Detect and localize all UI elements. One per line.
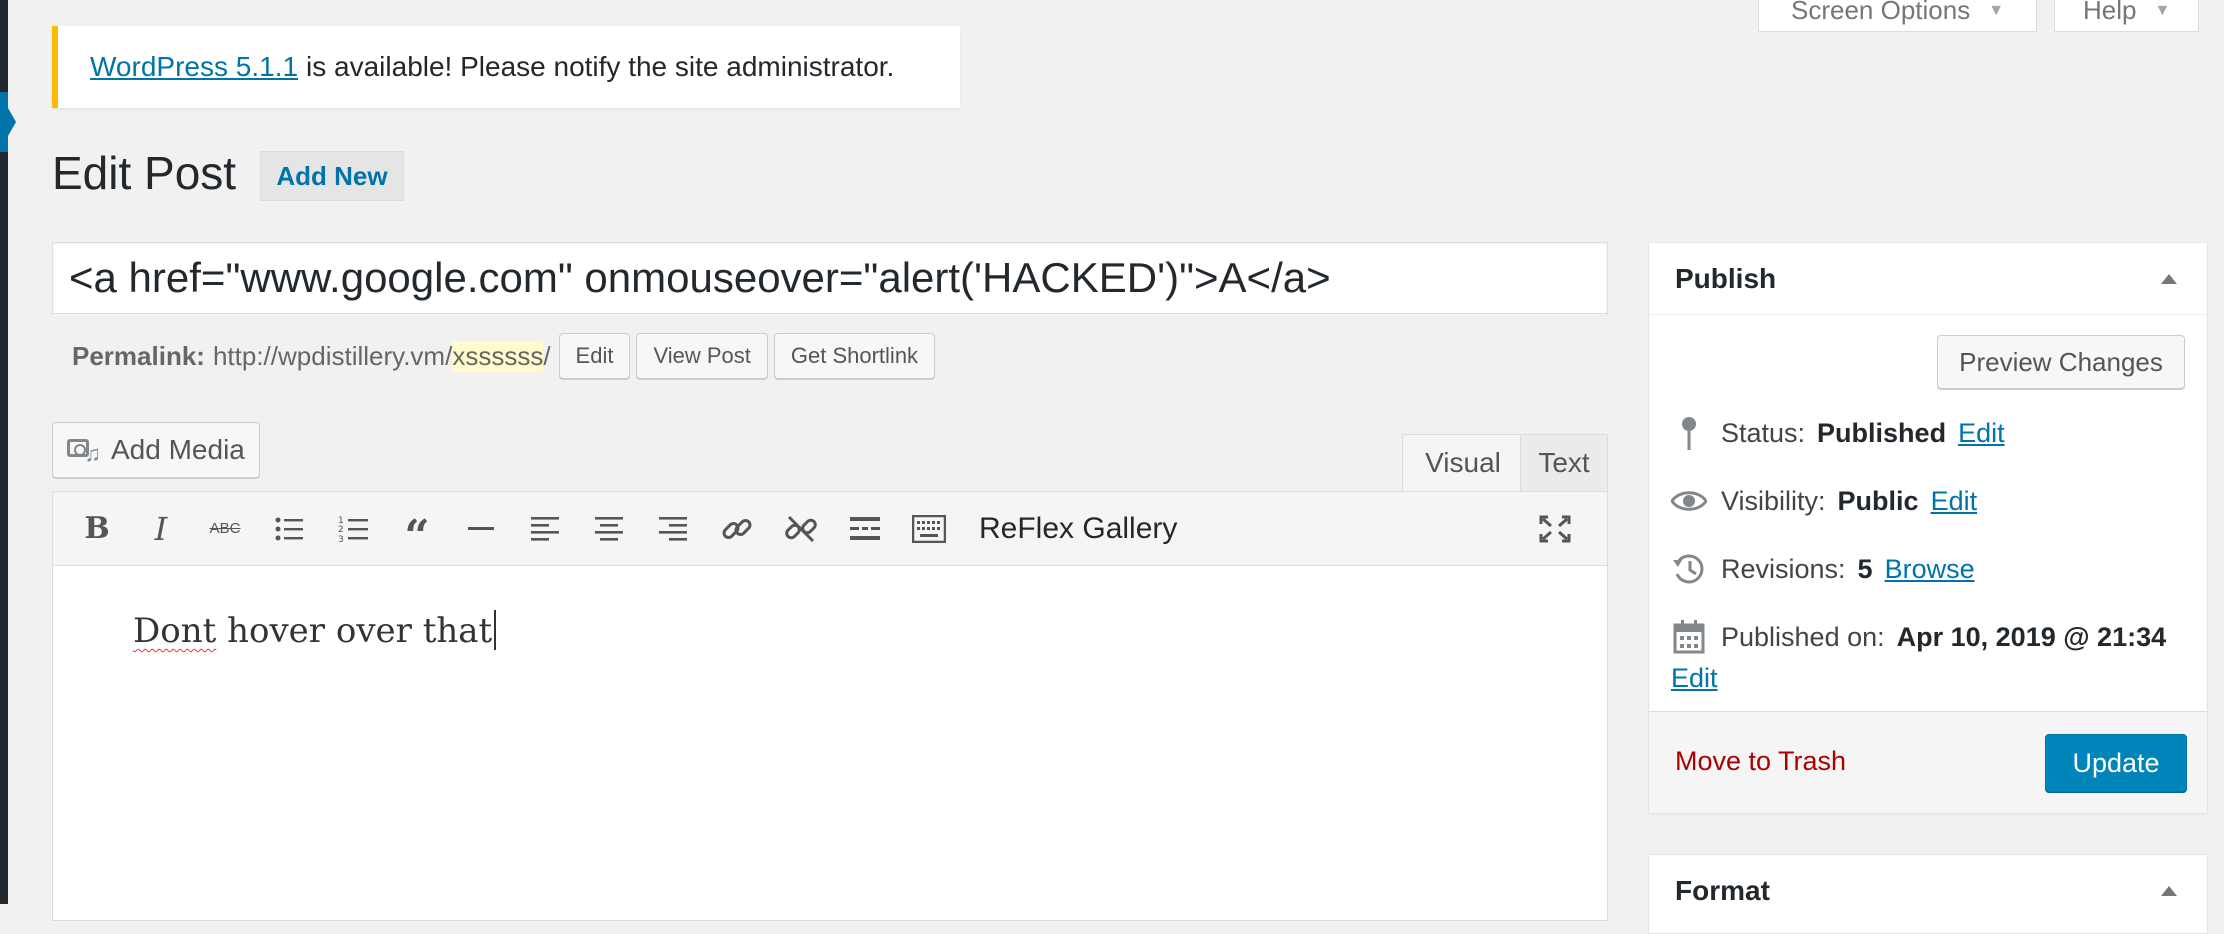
format-box-header[interactable]: Format bbox=[1649, 855, 2207, 927]
fullscreen-icon[interactable] bbox=[1523, 503, 1587, 555]
format-box-title: Format bbox=[1675, 875, 1770, 906]
permalink-label: Permalink: bbox=[72, 340, 205, 371]
italic-icon[interactable]: I bbox=[129, 503, 193, 555]
align-right-icon[interactable] bbox=[641, 503, 705, 555]
admin-menu-edge bbox=[0, 0, 16, 904]
text-cursor bbox=[494, 610, 497, 650]
screen-options-label: Screen Options bbox=[1791, 0, 1971, 25]
add-media-button[interactable]: ♫ Add Media bbox=[52, 422, 260, 478]
permalink-trailing-slash: / bbox=[543, 340, 551, 371]
svg-text:2: 2 bbox=[338, 525, 344, 535]
revisions-value: 5 bbox=[1857, 553, 1873, 584]
editor-content-area[interactable]: Dont hover over that bbox=[53, 566, 1607, 651]
revisions-row: Revisions: 5 Browse bbox=[1669, 549, 1975, 589]
status-row: Status: Published Edit bbox=[1669, 413, 2005, 453]
post-title-input[interactable]: <a href="www.google.com" onmouseover="al… bbox=[52, 242, 1608, 314]
permalink-edit-button[interactable]: Edit bbox=[558, 333, 631, 379]
body-text: hover over that bbox=[216, 611, 493, 651]
calendar-icon bbox=[1669, 617, 1709, 657]
toolbar-toggle-icon[interactable] bbox=[897, 503, 961, 555]
bullet-list-icon[interactable] bbox=[257, 503, 321, 555]
bold-icon[interactable]: B bbox=[65, 503, 129, 555]
visibility-row: Visibility: Public Edit bbox=[1669, 481, 1977, 521]
status-value: Published bbox=[1817, 417, 1947, 448]
align-center-icon[interactable] bbox=[577, 503, 641, 555]
strikethrough-icon[interactable]: ABC bbox=[193, 503, 257, 555]
eye-icon bbox=[1669, 481, 1709, 521]
help-toggle[interactable]: Help ▼ bbox=[2054, 0, 2200, 32]
current-menu-indicator bbox=[0, 92, 8, 152]
page-title: Edit Post bbox=[52, 147, 237, 199]
current-menu-arrow bbox=[8, 108, 16, 136]
pin-icon bbox=[1669, 413, 1709, 453]
screen-options-toggle[interactable]: Screen Options ▼ bbox=[1758, 0, 2038, 32]
misspelled-word: Dont bbox=[133, 611, 217, 651]
caret-down-icon: ▼ bbox=[2154, 1, 2171, 19]
publish-box-title: Publish bbox=[1675, 262, 1777, 294]
permalink-slug[interactable]: xssssss bbox=[452, 340, 544, 372]
visibility-label: Visibility: bbox=[1721, 485, 1826, 516]
notice-message: is available! Please notify the site adm… bbox=[306, 51, 895, 82]
publish-box: Publish Preview Changes Status: Publishe… bbox=[1648, 242, 2208, 814]
blockquote-icon[interactable]: “ bbox=[385, 503, 449, 562]
permalink-row: Permalink: http://wpdistillery.vm/xsssss… bbox=[72, 333, 936, 379]
caret-down-icon: ▼ bbox=[1988, 1, 2005, 19]
view-post-button[interactable]: View Post bbox=[636, 333, 768, 379]
published-on-value: Apr 10, 2019 @ 21:34 bbox=[1896, 621, 2167, 652]
wordpress-version-link[interactable]: WordPress 5.1.1 bbox=[90, 51, 298, 83]
publishing-actions: Move to Trash Update bbox=[1649, 711, 2207, 813]
unlink-icon[interactable] bbox=[769, 503, 833, 555]
help-label: Help bbox=[2083, 0, 2137, 25]
read-more-icon[interactable] bbox=[833, 503, 897, 555]
history-icon bbox=[1669, 549, 1709, 589]
update-button[interactable]: Update bbox=[2045, 734, 2187, 792]
published-on-row: Published on: Apr 10, 2019 @ 21:34 bbox=[1669, 617, 2166, 657]
collapse-arrow-icon[interactable] bbox=[2161, 274, 2177, 284]
published-on-label: Published on: bbox=[1721, 621, 1885, 652]
revisions-label: Revisions: bbox=[1721, 553, 1846, 584]
editor-toolbar: B I ABC 123 “ ReFlex Gallery bbox=[53, 492, 1607, 566]
post-editor: B I ABC 123 “ ReFlex Gallery Dont hover … bbox=[52, 491, 1608, 921]
tab-text[interactable]: Text bbox=[1520, 434, 1608, 492]
add-media-icon: ♫ bbox=[67, 435, 101, 465]
visibility-value: Public bbox=[1837, 485, 1919, 516]
collapse-arrow-icon[interactable] bbox=[2161, 886, 2177, 896]
status-edit-link[interactable]: Edit bbox=[1958, 418, 2005, 449]
publish-box-header[interactable]: Publish bbox=[1649, 243, 2207, 315]
svg-text:3: 3 bbox=[338, 535, 344, 543]
move-to-trash-link[interactable]: Move to Trash bbox=[1675, 746, 1846, 777]
published-on-edit-link[interactable]: Edit bbox=[1671, 663, 1718, 694]
tab-visual[interactable]: Visual bbox=[1402, 434, 1524, 492]
reflex-gallery-button[interactable]: ReFlex Gallery bbox=[979, 512, 1177, 546]
update-notice: WordPress 5.1.1 is available! Please not… bbox=[52, 26, 960, 108]
align-left-icon[interactable] bbox=[513, 503, 577, 555]
horizontal-line-icon[interactable] bbox=[449, 503, 513, 555]
add-media-label: Add Media bbox=[111, 434, 245, 465]
numbered-list-icon[interactable]: 123 bbox=[321, 503, 385, 555]
insert-link-icon[interactable] bbox=[705, 503, 769, 555]
get-shortlink-button[interactable]: Get Shortlink bbox=[773, 333, 936, 379]
preview-changes-button[interactable]: Preview Changes bbox=[1937, 335, 2185, 389]
format-box: Format bbox=[1648, 854, 2208, 934]
permalink-base-url[interactable]: http://wpdistillery.vm/ bbox=[213, 341, 452, 372]
add-new-button[interactable]: Add New bbox=[260, 151, 404, 201]
visibility-edit-link[interactable]: Edit bbox=[1931, 486, 1978, 517]
status-label: Status: bbox=[1721, 417, 1806, 448]
revisions-browse-link[interactable]: Browse bbox=[1885, 554, 1975, 585]
